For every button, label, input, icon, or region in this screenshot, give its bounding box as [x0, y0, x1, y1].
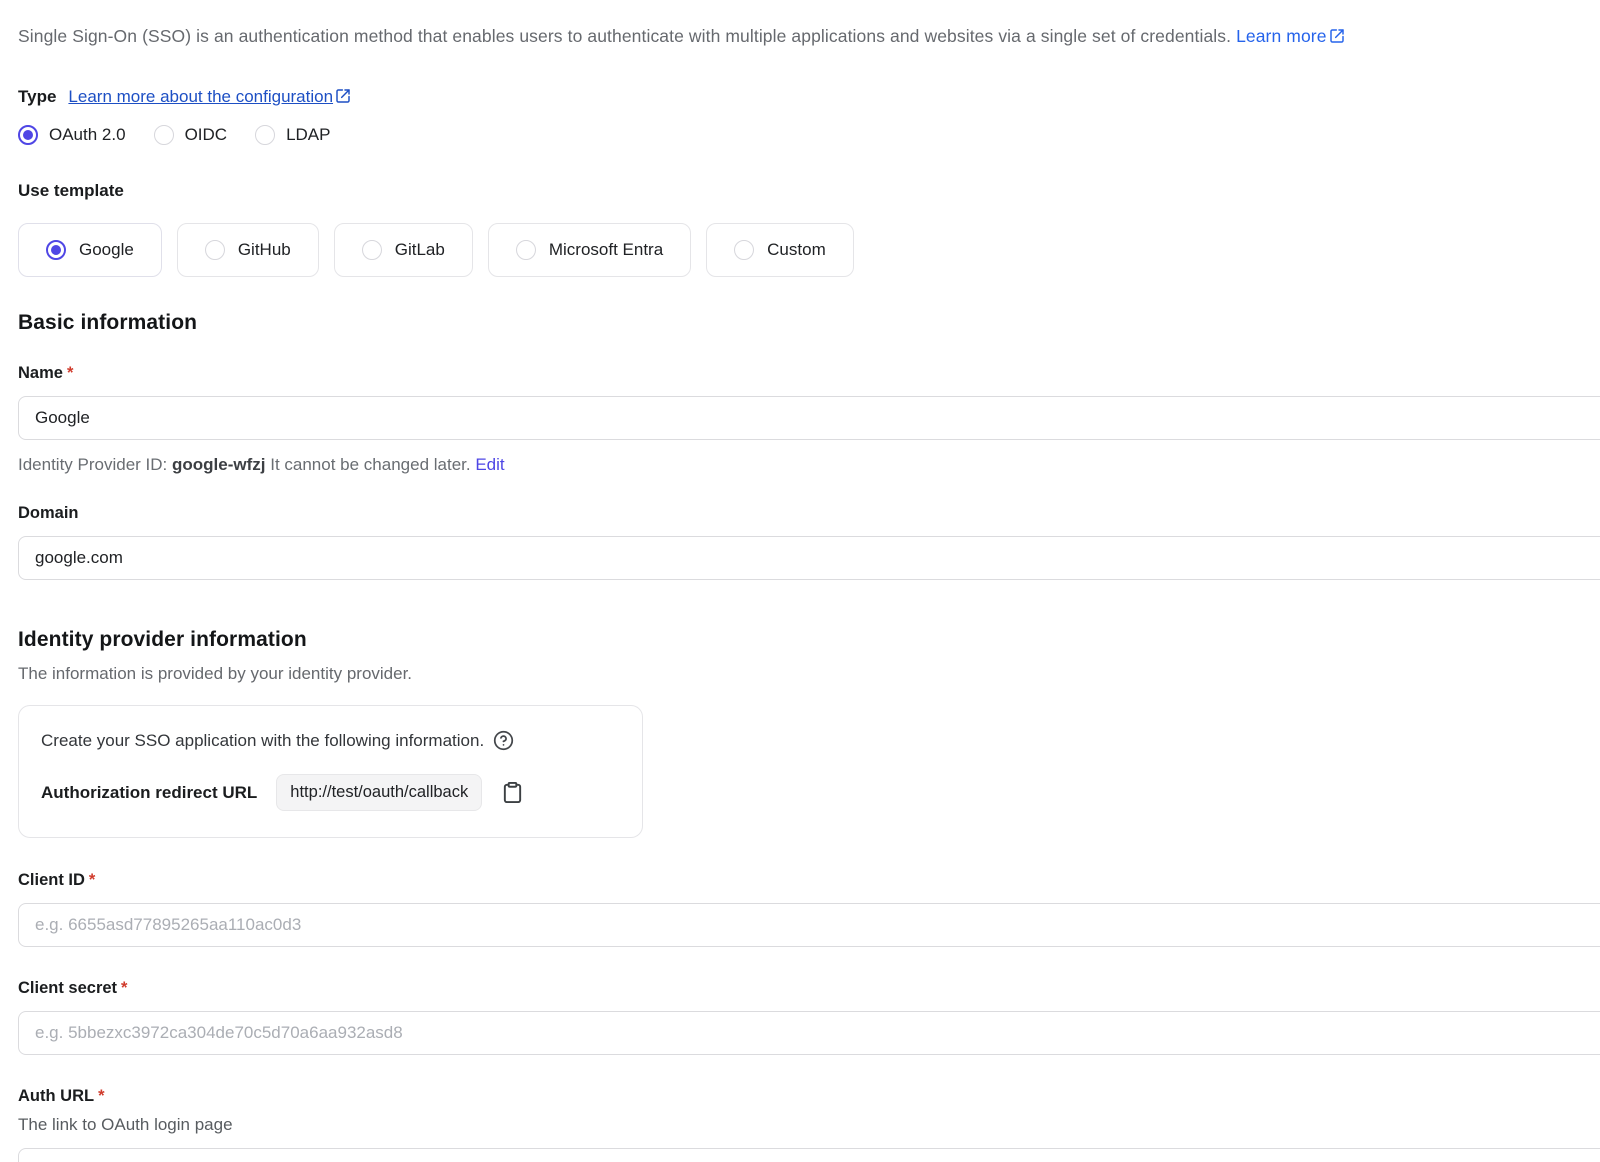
- auth-url-input[interactable]: [18, 1148, 1600, 1162]
- copy-to-clipboard-button[interactable]: [501, 781, 524, 804]
- edit-idp-id-link[interactable]: Edit: [475, 455, 504, 474]
- template-github-label: GitHub: [238, 240, 291, 260]
- auth-url-helper: The link to OAuth login page: [18, 1115, 1600, 1135]
- sso-intro-text: Single Sign-On (SSO) is an authenticatio…: [18, 24, 1600, 49]
- external-link-icon: [335, 88, 351, 104]
- client-id-input[interactable]: [18, 903, 1600, 947]
- required-marker: *: [98, 1087, 104, 1105]
- intro-learn-more-label: Learn more: [1236, 26, 1327, 46]
- required-marker: *: [67, 364, 73, 382]
- intro-learn-more-link[interactable]: Learn more: [1236, 26, 1345, 46]
- auth-url-label-text: Auth URL: [18, 1087, 94, 1105]
- external-link-icon: [1329, 28, 1345, 44]
- help-circle-icon[interactable]: [493, 730, 514, 751]
- domain-input[interactable]: [18, 536, 1600, 580]
- template-google-label: Google: [79, 240, 134, 260]
- info-card-title-row: Create your SSO application with the fol…: [41, 730, 620, 751]
- info-card-title: Create your SSO application with the fol…: [41, 731, 484, 751]
- template-card-google[interactable]: Google: [18, 223, 162, 277]
- domain-label: Domain: [18, 504, 1600, 523]
- client-id-label-text: Client ID: [18, 871, 85, 889]
- template-card-microsoft-entra[interactable]: Microsoft Entra: [488, 223, 691, 277]
- idp-information-subtitle: The information is provided by your iden…: [18, 664, 1600, 684]
- required-marker: *: [121, 979, 127, 997]
- authorization-redirect-row: Authorization redirect URL http://test/o…: [41, 774, 620, 811]
- name-label: Name*: [18, 364, 1600, 383]
- radio-unselected-icon: [516, 240, 536, 260]
- template-gitlab-label: GitLab: [395, 240, 445, 260]
- template-card-group: Google GitHub GitLab Microsoft Entra Cus…: [18, 223, 1600, 277]
- radio-selected-icon: [18, 125, 38, 145]
- template-custom-label: Custom: [767, 240, 826, 260]
- type-label: Type: [18, 87, 56, 107]
- idp-helper-prefix: Identity Provider ID:: [18, 455, 172, 474]
- config-learn-more-label: Learn more about the configuration: [68, 87, 333, 106]
- radio-oidc[interactable]: OIDC: [154, 125, 228, 145]
- type-section-header: Type Learn more about the configuration: [18, 87, 1600, 107]
- clipboard-icon: [501, 781, 524, 804]
- client-secret-label-text: Client secret: [18, 979, 117, 997]
- idp-id-value: google-wfzj: [172, 455, 265, 474]
- template-entra-label: Microsoft Entra: [549, 240, 663, 260]
- radio-unselected-icon: [255, 125, 275, 145]
- sso-application-info-card: Create your SSO application with the fol…: [18, 705, 643, 838]
- idp-id-helper: Identity Provider ID: google-wfzj It can…: [18, 455, 1600, 475]
- template-card-github[interactable]: GitHub: [177, 223, 319, 277]
- radio-ldap-label: LDAP: [286, 125, 330, 145]
- radio-oauth2-label: OAuth 2.0: [49, 125, 126, 145]
- client-id-label: Client ID*: [18, 871, 1600, 890]
- auth-url-label: Auth URL*: [18, 1087, 1600, 1106]
- required-marker: *: [89, 871, 95, 889]
- radio-unselected-icon: [362, 240, 382, 260]
- intro-description: Single Sign-On (SSO) is an authenticatio…: [18, 26, 1231, 46]
- radio-ldap[interactable]: LDAP: [255, 125, 330, 145]
- basic-information-heading: Basic information: [18, 311, 1600, 335]
- radio-oidc-label: OIDC: [185, 125, 228, 145]
- protocol-radio-group: OAuth 2.0 OIDC LDAP: [18, 125, 1600, 145]
- client-secret-label: Client secret*: [18, 979, 1600, 998]
- client-secret-input[interactable]: [18, 1011, 1600, 1055]
- name-label-text: Name: [18, 364, 63, 382]
- authorization-redirect-value: http://test/oauth/callback: [276, 774, 482, 811]
- authorization-redirect-label: Authorization redirect URL: [41, 783, 257, 803]
- config-learn-more-link[interactable]: Learn more about the configuration: [68, 87, 351, 107]
- radio-selected-icon: [46, 240, 66, 260]
- template-card-gitlab[interactable]: GitLab: [334, 223, 473, 277]
- radio-unselected-icon: [205, 240, 225, 260]
- radio-unselected-icon: [154, 125, 174, 145]
- radio-unselected-icon: [734, 240, 754, 260]
- radio-oauth2[interactable]: OAuth 2.0: [18, 125, 126, 145]
- name-input[interactable]: [18, 396, 1600, 440]
- idp-helper-suffix: It cannot be changed later.: [266, 455, 476, 474]
- sso-config-page: Single Sign-On (SSO) is an authenticatio…: [0, 0, 1600, 1162]
- idp-information-heading: Identity provider information: [18, 628, 1600, 652]
- template-card-custom[interactable]: Custom: [706, 223, 854, 277]
- use-template-label: Use template: [18, 181, 1600, 201]
